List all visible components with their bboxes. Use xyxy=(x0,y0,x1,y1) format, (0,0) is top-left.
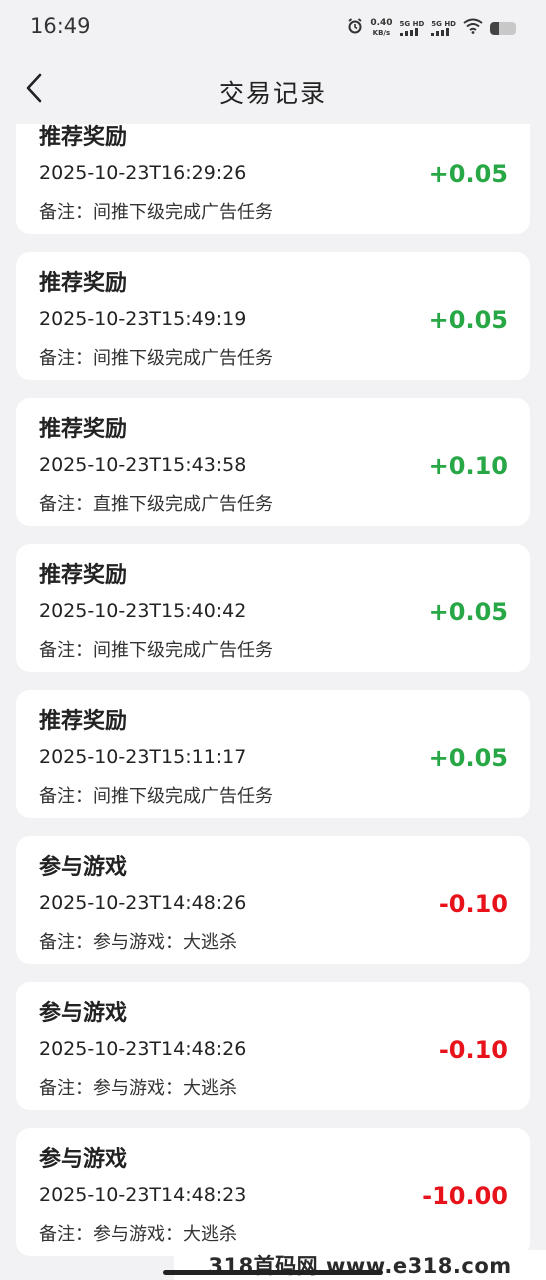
transaction-card[interactable]: 参与游戏 2025-10-23T14:48:23 备注：参与游戏：大逃杀 -10.00 xyxy=(16,1128,530,1256)
transaction-note: 备注：参与游戏：大逃杀 xyxy=(39,1078,237,1099)
transaction-note: 备注：直推下级完成广告任务 xyxy=(39,494,273,515)
home-indicator[interactable] xyxy=(163,1270,383,1275)
transaction-time: 2025-10-23T15:49:19 xyxy=(39,308,247,330)
transaction-note: 备注：参与游戏：大逃杀 xyxy=(39,932,237,953)
transaction-note: 备注：间推下级完成广告任务 xyxy=(39,786,273,807)
transaction-note: 备注：间推下级完成广告任务 xyxy=(39,640,273,661)
net-speed-value: 0.40 xyxy=(370,18,393,28)
transaction-list[interactable]: 推荐奖励 2025-10-23T16:29:26 备注：间推下级完成广告任务 +0.0… xyxy=(0,124,546,1280)
alarm-icon xyxy=(347,18,363,38)
transaction-title: 参与游戏 xyxy=(39,1147,128,1172)
transaction-time: 2025-10-23T15:40:42 xyxy=(39,600,247,622)
transaction-note: 备注：参与游戏：大逃杀 xyxy=(39,1224,237,1245)
battery-fill xyxy=(490,21,500,35)
transaction-title: 推荐奖励 xyxy=(39,563,128,588)
transaction-card[interactable]: 参与游戏 2025-10-23T14:48:26 备注：参与游戏：大逃杀 -0.10 xyxy=(16,836,530,964)
transaction-amount: -10.00 xyxy=(422,1182,508,1210)
wifi-icon xyxy=(463,18,483,38)
transaction-time: 2025-10-23T16:29:26 xyxy=(39,162,247,184)
transaction-amount: -0.10 xyxy=(438,1036,508,1064)
transaction-amount: +0.05 xyxy=(428,306,508,334)
signal-icon xyxy=(399,28,425,36)
transaction-title: 推荐奖励 xyxy=(39,271,128,296)
transaction-card[interactable]: 推荐奖励 2025-10-23T15:40:42 备注：间推下级完成广告任务 +0.0… xyxy=(16,544,530,672)
transaction-amount: -0.10 xyxy=(438,890,508,918)
transaction-title: 参与游戏 xyxy=(39,1001,128,1026)
net-speed-unit: KB/s xyxy=(372,29,391,37)
page-title: 交易记录 xyxy=(218,79,327,108)
transaction-note: 备注：间推下级完成广告任务 xyxy=(39,202,273,223)
transaction-amount: +0.05 xyxy=(428,744,508,772)
status-time: 16:49 xyxy=(30,14,91,38)
transaction-card[interactable]: 推荐奖励 2025-10-23T15:43:58 备注：直推下级完成广告任务 +0.1… xyxy=(16,398,530,526)
transaction-amount: +0.05 xyxy=(428,160,508,188)
transaction-card[interactable]: 推荐奖励 2025-10-23T15:49:19 备注：间推下级完成广告任务 +0.0… xyxy=(16,252,530,380)
transaction-card[interactable]: 推荐奖励 2025-10-23T16:29:26 备注：间推下级完成广告任务 +0.0… xyxy=(16,124,530,234)
transaction-card[interactable]: 参与游戏 2025-10-23T14:48:26 备注：参与游戏：大逃杀 -0.10 xyxy=(16,982,530,1110)
transaction-time: 2025-10-23T14:48:26 xyxy=(39,892,247,914)
nav-header: 交易记录 xyxy=(0,56,546,124)
transaction-amount: +0.10 xyxy=(428,452,508,480)
sim2-signal: 5G HD xyxy=(431,20,456,36)
signal-icon xyxy=(431,28,456,36)
transaction-title: 推荐奖励 xyxy=(39,125,128,150)
transaction-note: 备注：间推下级完成广告任务 xyxy=(39,348,273,369)
sim1-signal: 5G HD xyxy=(399,20,425,36)
watermark: 318首码网 www.e318.com xyxy=(174,1250,546,1280)
sim1-label: 5G HD xyxy=(399,20,425,28)
transaction-title: 参与游戏 xyxy=(39,855,128,880)
transaction-time: 2025-10-23T15:43:58 xyxy=(39,454,247,476)
battery-icon xyxy=(490,21,516,35)
transaction-time: 2025-10-23T14:48:23 xyxy=(39,1184,247,1206)
transaction-time: 2025-10-23T15:11:17 xyxy=(39,746,247,768)
status-icons: 0.40 KB/s 5G HD 5G HD xyxy=(347,14,516,42)
transaction-title: 推荐奖励 xyxy=(39,417,128,442)
transaction-title: 推荐奖励 xyxy=(39,709,128,734)
transaction-time: 2025-10-23T14:48:26 xyxy=(39,1038,247,1060)
status-bar: 16:49 0.40 KB/s 5G HD 5G HD xyxy=(0,0,546,56)
transaction-amount: +0.05 xyxy=(428,598,508,626)
sim2-label: 5G HD xyxy=(431,20,456,28)
transaction-list-inner: 推荐奖励 2025-10-23T16:29:26 备注：间推下级完成广告任务 +0.0… xyxy=(0,124,546,1256)
net-speed: 0.40 KB/s xyxy=(370,18,392,38)
transaction-card[interactable]: 推荐奖励 2025-10-23T15:11:17 备注：间推下级完成广告任务 +0.0… xyxy=(16,690,530,818)
